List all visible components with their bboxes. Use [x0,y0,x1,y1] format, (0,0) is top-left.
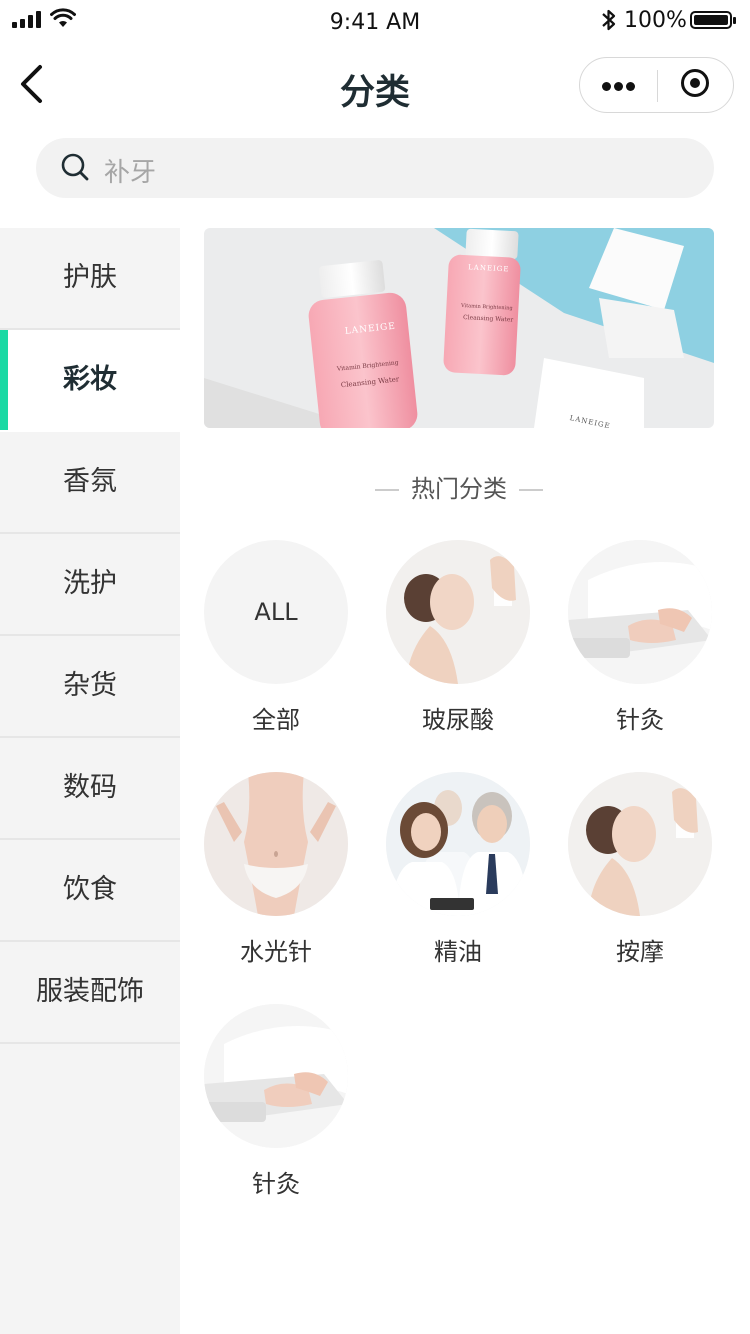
category-thumbnail [568,540,712,684]
category-label: 水光针 [240,938,312,966]
doctors-photo [386,772,530,916]
acupuncture-photo [204,1004,348,1148]
sidebar-item-haircare[interactable]: 洗护 [0,534,180,636]
category-label: 全部 [252,706,300,734]
search-placeholder: 补牙 [104,158,157,188]
sidebar-item-digital[interactable]: 数码 [0,738,180,840]
category-thumbnail [386,540,530,684]
sidebar-item-apparel[interactable]: 服装配饰 [0,942,180,1044]
woman-face-photo [568,772,712,916]
search-icon [61,153,89,181]
sidebar-item-fragrance[interactable]: 香氛 [0,432,180,534]
category-thumbnail [568,772,712,916]
sidebar-item-makeup[interactable]: 彩妆 [0,330,180,432]
battery-icon [690,11,736,29]
category-item-hyaluronic-acid[interactable]: 玻尿酸 [386,540,530,750]
category-thumbnail: ALL [204,540,348,684]
navigation-bar: 分类 [0,44,750,128]
promo-banner[interactable]: LANEIGE Vitamin Brightening Cleansing Wa… [204,228,714,428]
banner-image: LANEIGE Vitamin Brightening Cleansing Wa… [204,228,714,428]
sidebar-item-skincare[interactable]: 护肤 [0,228,180,330]
app-screen: 9:41 AM 100% 分类 补牙 护肤 彩妆 香氛 洗护 杂货 数码 饮食 … [0,0,750,1334]
search-input[interactable]: 补牙 [36,138,714,198]
sidebar-item-sundries[interactable]: 杂货 [0,636,180,738]
category-thumbnail [386,772,530,916]
more-button[interactable] [580,58,657,112]
battery-percentage: 100% [624,8,687,33]
heading-divider-right [519,489,543,491]
category-item-acupuncture-2[interactable]: 针灸 [204,1004,348,1214]
close-mini-program-button[interactable] [658,58,734,112]
category-label: 玻尿酸 [422,706,494,734]
category-thumbnail [204,1004,348,1148]
category-item-water-light-injection[interactable]: 水光针 [204,772,348,982]
bluetooth-icon [602,9,616,31]
category-item-massage[interactable]: 按摩 [568,772,712,982]
category-label: 针灸 [252,1170,300,1198]
sidebar-item-food[interactable]: 饮食 [0,840,180,942]
mini-program-capsule [579,57,734,113]
category-item-all[interactable]: ALL 全部 [204,540,348,750]
category-label: 按摩 [616,938,664,966]
category-sidebar: 护肤 彩妆 香氛 洗护 杂货 数码 饮食 服装配饰 [0,228,180,1334]
body-photo [204,772,348,916]
hot-categories-title: 热门分类 [411,475,507,503]
category-thumbnail [204,772,348,916]
acupuncture-photo [568,540,712,684]
category-label: 针灸 [616,706,664,734]
more-dots-icon [602,82,611,91]
status-bar: 9:41 AM 100% [0,0,750,44]
all-badge: ALL [254,598,298,626]
woman-face-photo [386,540,530,684]
category-item-essential-oil[interactable]: 精油 [386,772,530,982]
heading-divider-left [375,489,399,491]
hot-categories-heading: 热门分类 [204,472,714,506]
category-label: 精油 [434,938,482,966]
category-item-acupuncture[interactable]: 针灸 [568,540,712,750]
